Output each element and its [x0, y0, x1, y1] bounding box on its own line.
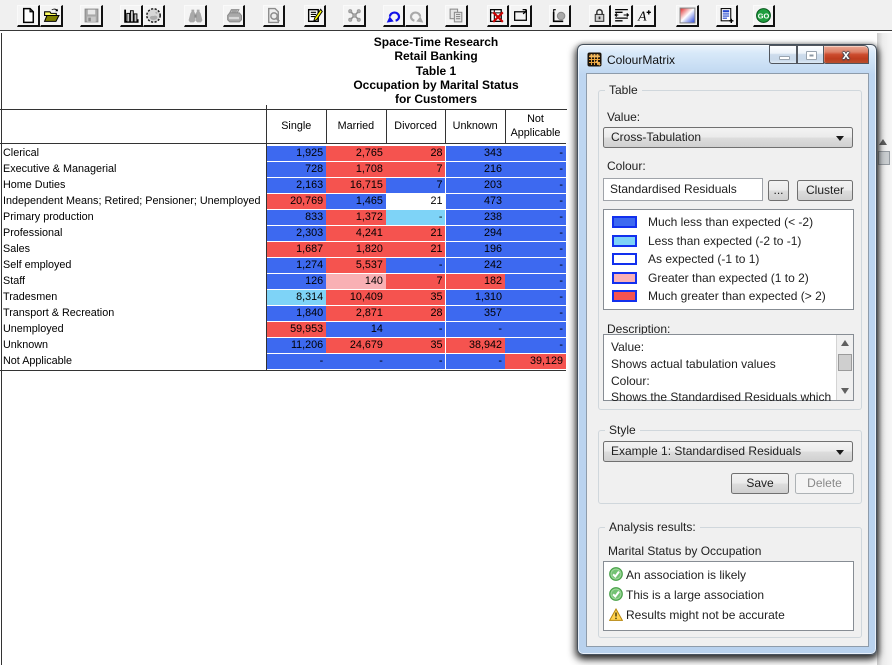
svg-text:A: A	[637, 8, 647, 23]
svg-text:GO: GO	[758, 11, 770, 20]
